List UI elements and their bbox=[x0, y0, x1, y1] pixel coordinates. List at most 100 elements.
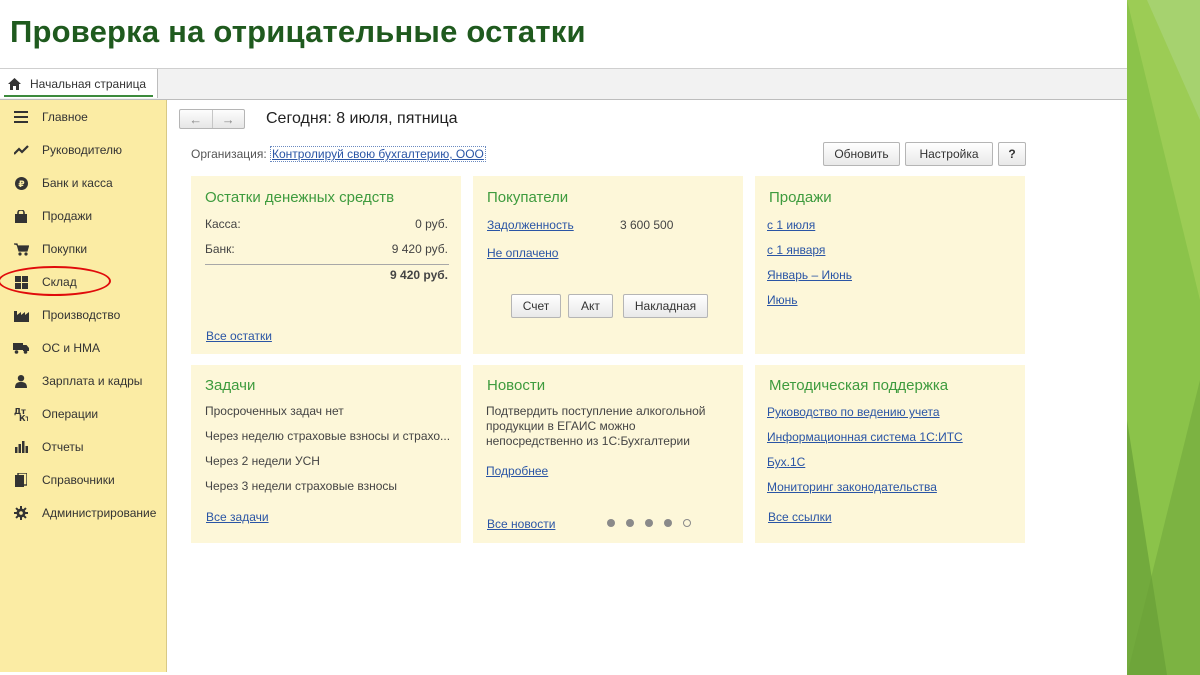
bank-label: Банк: bbox=[205, 242, 235, 256]
sidebar-item-assets[interactable]: ОС и НМА bbox=[0, 335, 166, 361]
forward-button[interactable]: → bbox=[211, 110, 245, 128]
sidebar-item-label: Производство bbox=[42, 308, 121, 322]
support-link[interactable]: Бух.1С bbox=[767, 455, 805, 469]
bar-chart-icon bbox=[13, 439, 29, 455]
slide-title: Проверка на отрицательные остатки bbox=[10, 14, 586, 49]
settings-button[interactable]: Настройка bbox=[905, 142, 993, 166]
debt-link[interactable]: Задолженность bbox=[487, 218, 574, 232]
sidebar-item-bank[interactable]: ₽ Банк и касса bbox=[0, 170, 166, 196]
sidebar-item-label: Продажи bbox=[42, 209, 93, 223]
sidebar-item-purchases[interactable]: Покупки bbox=[0, 236, 166, 262]
history-nav: ← → bbox=[179, 109, 245, 129]
factory-icon bbox=[13, 307, 29, 323]
pager-dot[interactable] bbox=[664, 519, 672, 527]
operations-icon: Дт Кт bbox=[13, 406, 29, 422]
support-link[interactable]: Информационная система 1С:ИТС bbox=[767, 430, 963, 444]
person-icon bbox=[13, 373, 29, 389]
main-panel: ← → Сегодня: 8 июля, пятница Организация… bbox=[168, 100, 1127, 672]
sidebar-item-catalogs[interactable]: Справочники bbox=[0, 467, 166, 493]
svg-text:Кт: Кт bbox=[19, 414, 28, 421]
arrow-right-icon: → bbox=[221, 111, 235, 127]
card-title: Новости bbox=[487, 377, 546, 394]
sidebar-item-label: Склад bbox=[42, 275, 77, 289]
sidebar-item-label: Главное bbox=[42, 110, 88, 124]
all-balances-link[interactable]: Все остатки bbox=[206, 329, 272, 343]
truck-icon bbox=[13, 340, 29, 356]
tab-home-label: Начальная страница bbox=[30, 76, 147, 91]
card-title: Задачи bbox=[205, 377, 256, 394]
sidebar-item-label: Зарплата и кадры bbox=[42, 374, 143, 388]
news-more-link[interactable]: Подробнее bbox=[486, 464, 548, 478]
invoice-button[interactable]: Счет bbox=[511, 294, 561, 318]
debt-value: 3 600 500 bbox=[620, 218, 674, 232]
app-window: Начальная страница Главное Руководителю … bbox=[0, 68, 1127, 672]
sidebar-item-label: Руководителю bbox=[42, 143, 123, 157]
pager-dot[interactable] bbox=[683, 519, 691, 527]
sidebar-item-salary[interactable]: Зарплата и кадры bbox=[0, 368, 166, 394]
news-text-line: непосредственно из 1С:Бухгалтерии bbox=[486, 434, 690, 448]
act-button[interactable]: Акт bbox=[568, 294, 613, 318]
warehouse-grid-icon bbox=[13, 274, 29, 290]
pager-dot[interactable] bbox=[607, 519, 615, 527]
arrow-left-icon: ← bbox=[189, 111, 203, 127]
sidebar-item-label: Администрирование bbox=[42, 506, 157, 520]
sidebar-item-label: Справочники bbox=[42, 473, 115, 487]
card-title: Продажи bbox=[769, 189, 832, 206]
pager-dot[interactable] bbox=[626, 519, 634, 527]
card-buyers: Покупатели Задолженность 3 600 500 Не оп… bbox=[473, 176, 743, 354]
bank-value: 9 420 руб. bbox=[391, 242, 448, 256]
news-text-line: продукции в ЕГАИС можно bbox=[486, 419, 636, 433]
task-item: Просроченных задач нет bbox=[205, 404, 344, 418]
sidebar-item-reports[interactable]: Отчеты bbox=[0, 434, 166, 460]
trend-line-icon bbox=[13, 142, 29, 158]
gear-icon bbox=[13, 505, 29, 521]
card-title: Остатки денежных средств bbox=[205, 189, 395, 206]
pager-dot[interactable] bbox=[645, 519, 653, 527]
support-link[interactable]: Мониторинг законодательства bbox=[767, 480, 937, 494]
card-cash-balances: Остатки денежных средств Касса: 0 руб. Б… bbox=[191, 176, 461, 354]
back-button[interactable]: ← bbox=[180, 110, 212, 128]
tab-home[interactable]: Начальная страница bbox=[0, 69, 158, 98]
books-icon bbox=[13, 472, 29, 488]
sidebar-item-label: Операции bbox=[42, 407, 99, 421]
all-links-link[interactable]: Все ссылки bbox=[768, 510, 832, 524]
unpaid-link[interactable]: Не оплачено bbox=[487, 246, 558, 260]
sidebar-item-label: Банк и касса bbox=[42, 176, 113, 190]
total-value: 9 420 руб. bbox=[390, 268, 448, 282]
news-text-line: Подтвердить поступление алкогольной bbox=[486, 404, 706, 418]
card-tasks: Задачи Просроченных задач нет Через неде… bbox=[191, 365, 461, 543]
org-link[interactable]: Контролируй свою бухгалтерию, ООО bbox=[270, 146, 486, 162]
support-link[interactable]: Руководство по ведению учета bbox=[767, 405, 940, 419]
sidebar-item-admin[interactable]: Администрирование bbox=[0, 500, 166, 526]
sales-period-link[interactable]: Январь – Июнь bbox=[767, 268, 852, 282]
kassa-value: 0 руб. bbox=[415, 217, 448, 231]
page-title: Сегодня: 8 июля, пятница bbox=[266, 110, 458, 127]
sidebar: Главное Руководителю ₽ Банк и касса Прод… bbox=[0, 100, 167, 672]
tab-bar: Начальная страница bbox=[0, 69, 1127, 100]
sidebar-item-label: ОС и НМА bbox=[42, 341, 101, 355]
sidebar-item-production[interactable]: Производство bbox=[0, 302, 166, 328]
all-tasks-link[interactable]: Все задачи bbox=[206, 510, 269, 524]
all-news-link[interactable]: Все новости bbox=[487, 517, 555, 531]
sidebar-item-sales[interactable]: Продажи bbox=[0, 203, 166, 229]
ruble-coin-icon: ₽ bbox=[13, 175, 29, 191]
decorative-green-panel bbox=[1127, 0, 1200, 675]
help-button[interactable]: ? bbox=[998, 142, 1026, 166]
task-item: Через неделю страховые взносы и страхо..… bbox=[205, 429, 451, 443]
card-sales: Продажи с 1 июля с 1 января Январь – Июн… bbox=[755, 176, 1025, 354]
sidebar-item-warehouse[interactable]: Склад bbox=[0, 269, 166, 295]
refresh-button[interactable]: Обновить bbox=[823, 142, 900, 166]
divider bbox=[205, 264, 449, 265]
sales-period-link[interactable]: Июнь bbox=[767, 293, 798, 307]
sidebar-item-director[interactable]: Руководителю bbox=[0, 137, 166, 163]
shopping-cart-icon bbox=[13, 241, 29, 257]
kassa-label: Касса: bbox=[205, 217, 241, 231]
sidebar-item-main[interactable]: Главное bbox=[0, 104, 166, 130]
menu-lines-icon bbox=[13, 109, 29, 125]
sidebar-item-operations[interactable]: Дт Кт Операции bbox=[0, 401, 166, 427]
waybill-button[interactable]: Накладная bbox=[623, 294, 708, 318]
sales-period-link[interactable]: с 1 июля bbox=[767, 218, 815, 232]
org-label: Организация: bbox=[191, 147, 267, 161]
card-support: Методическая поддержка Руководство по ве… bbox=[755, 365, 1025, 543]
sales-period-link[interactable]: с 1 января bbox=[767, 243, 825, 257]
